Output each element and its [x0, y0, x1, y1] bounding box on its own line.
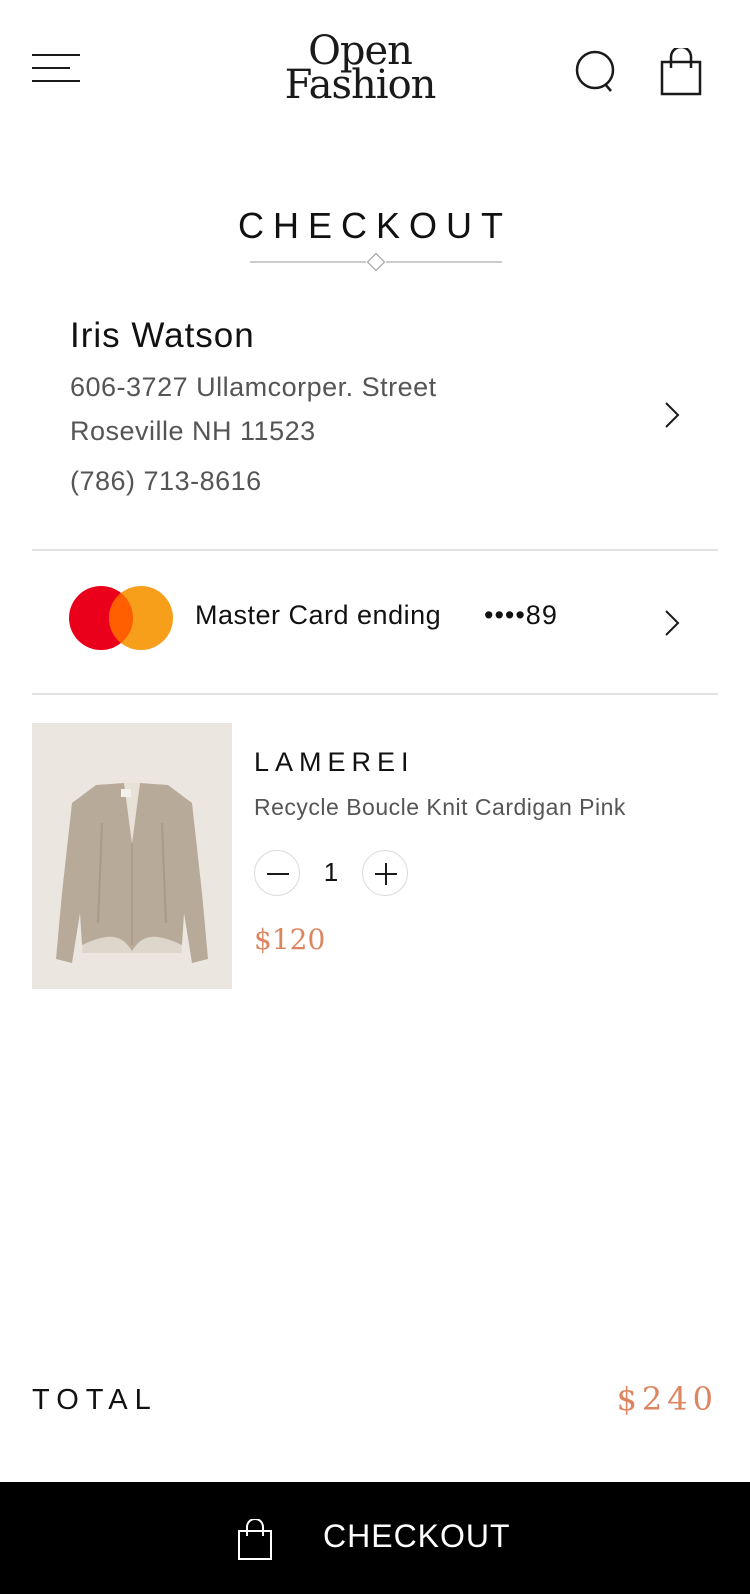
menu-icon	[32, 54, 80, 82]
menu-button[interactable]	[30, 50, 82, 86]
address-name: Iris Watson	[70, 316, 255, 355]
checkout-button[interactable]: CHECKOUT	[0, 1482, 750, 1594]
product-brand: LAMEREI	[254, 747, 415, 777]
shopping-bag-icon	[238, 1519, 272, 1560]
total-value: $240	[616, 1380, 718, 1418]
chevron-right-icon	[665, 610, 680, 636]
product-price: $120	[254, 923, 326, 956]
total-label: TOTAL	[32, 1384, 158, 1416]
shopping-bag-icon	[660, 45, 702, 96]
quantity-increase-button[interactable]	[362, 850, 408, 896]
minus-icon	[267, 873, 289, 875]
product-name: Recycle Boucle Knit Cardigan Pink	[254, 794, 626, 820]
chevron-right-icon	[665, 402, 680, 428]
brand-logo[interactable]: Open Fashion	[270, 31, 450, 108]
app-header: Open Fashion	[0, 0, 750, 150]
logo-line-2: Fashion	[284, 62, 437, 108]
quantity-decrease-button[interactable]	[254, 850, 300, 896]
cardigan-image	[32, 723, 232, 989]
cart-item: LAMEREI Recycle Boucle Knit Cardigan Pin…	[32, 723, 718, 991]
payment-label: Master Card ending	[195, 600, 442, 630]
shipping-address-card[interactable]: Iris Watson 606-3727 Ullamcorper. Street…	[32, 300, 718, 546]
quantity-value: 1	[323, 857, 339, 887]
address-line-1: 606-3727 Ullamcorper. Street	[70, 372, 437, 402]
card-number-masked: ••••89	[484, 600, 558, 630]
checkout-button-label: CHECKOUT	[323, 1518, 511, 1554]
title-divider-ornament	[250, 252, 502, 272]
page-title: CHECKOUT	[237, 205, 512, 246]
search-icon	[575, 50, 615, 92]
product-image[interactable]	[32, 723, 232, 989]
divider	[32, 693, 718, 695]
cart-button[interactable]	[658, 45, 704, 98]
address-phone: (786) 713-8616	[70, 466, 262, 496]
payment-method-card[interactable]: Master Card ending ••••89	[32, 550, 718, 694]
address-line-2: Roseville NH 11523	[70, 416, 316, 446]
search-button[interactable]	[575, 48, 623, 96]
plus-icon	[375, 863, 397, 885]
mastercard-logo-icon	[69, 586, 173, 650]
